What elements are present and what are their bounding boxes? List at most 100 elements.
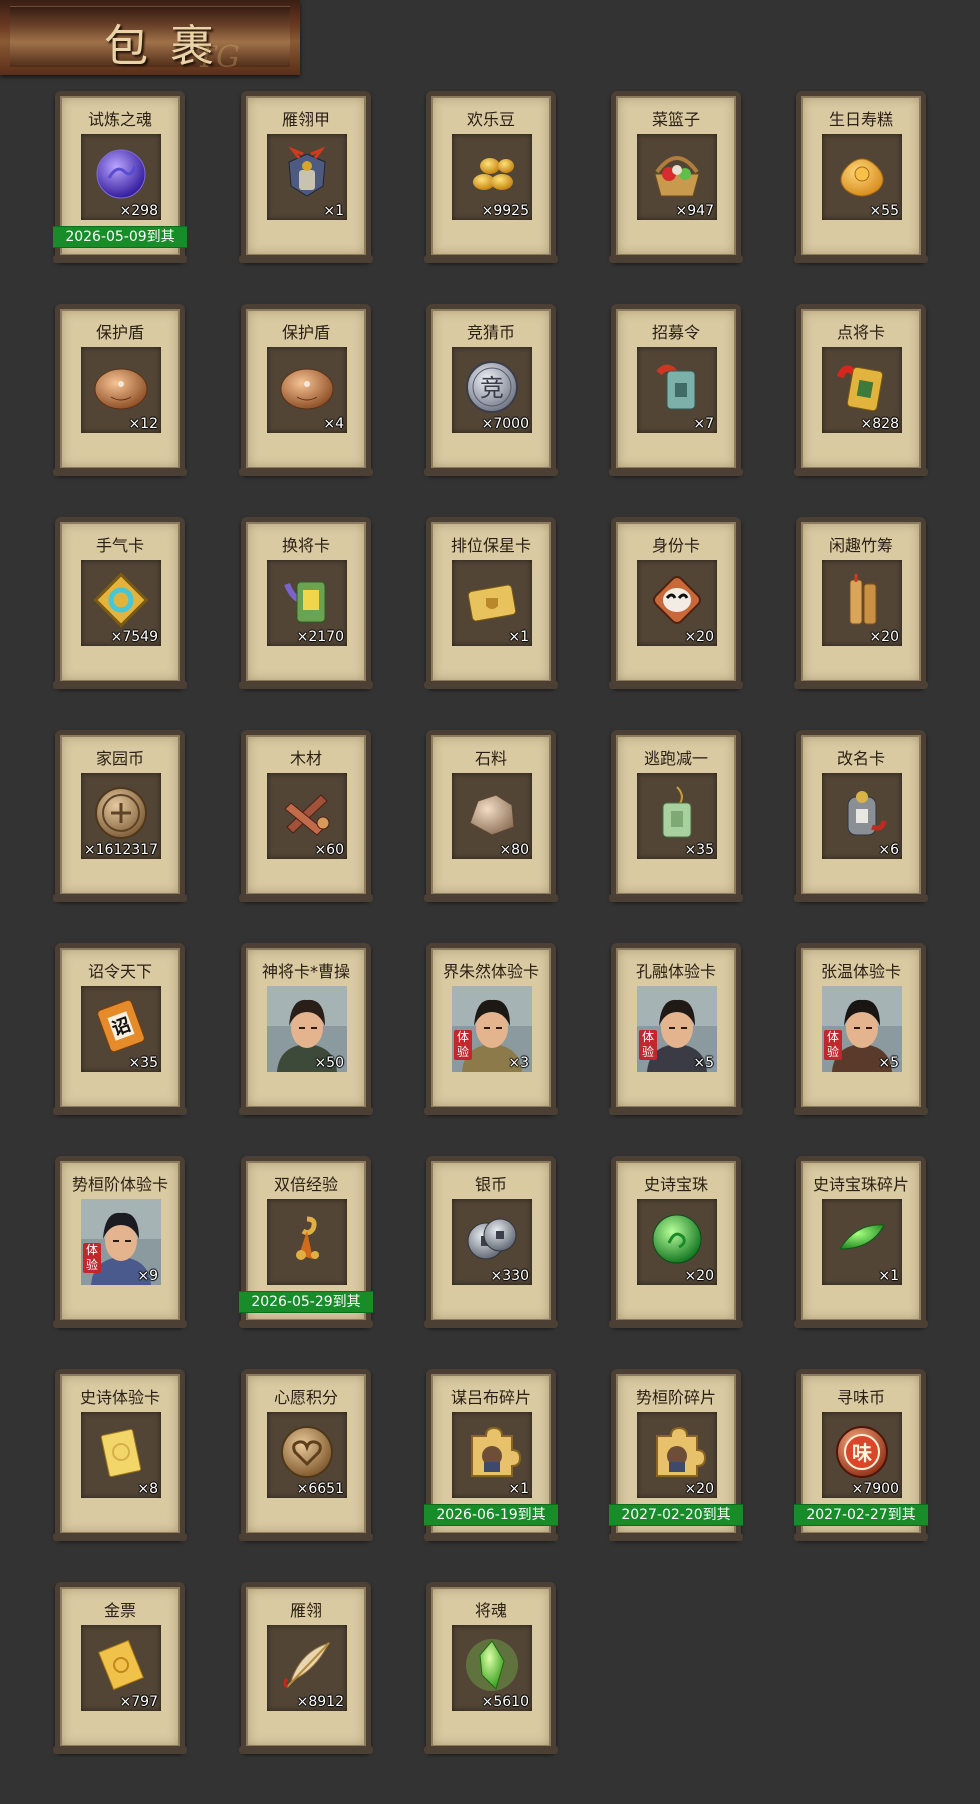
inventory-item-card[interactable]: 史诗宝珠 ×20 <box>609 1156 743 1328</box>
item-icon-frame: 体验 ×9 <box>81 1199 161 1285</box>
inventory-item-card[interactable]: 手气卡 ×7549 <box>53 517 187 689</box>
item-count: ×12 <box>128 416 158 432</box>
item-name: 改名卡 <box>836 749 885 768</box>
inventory-item-card[interactable]: 菜篮子 ×947 <box>609 91 743 263</box>
inventory-item-card[interactable]: 势桓阶碎片 ×20 2027-02-20到其 <box>609 1369 743 1541</box>
item-icon-frame: ×35 <box>637 773 717 859</box>
item-name: 试炼之魂 <box>87 110 152 129</box>
inventory-item-card[interactable]: 双倍经验 2026-05-29到其 <box>239 1156 373 1328</box>
trial-badge-label: 体验 <box>641 1030 654 1059</box>
item-count: ×8912 <box>296 1694 344 1710</box>
expiry-date: 2027-02-20到其 <box>621 1507 731 1523</box>
inventory-item-card[interactable]: 竞猜币 竞 ×7000 <box>424 304 558 476</box>
expiry-date: 2026-05-29到其 <box>251 1294 361 1310</box>
item-icon-frame: ×12 <box>81 347 161 433</box>
item-icon-frame: ×2170 <box>267 560 347 646</box>
inventory-item-card[interactable]: 逃跑减一 ×35 <box>609 730 743 902</box>
inventory-item-card[interactable]: 神将卡*曹操 ×50 <box>239 943 373 1115</box>
item-count: ×797 <box>119 1694 158 1710</box>
expiry-banner: 2027-02-20到其 <box>609 1504 743 1526</box>
expiry-banner: 2026-05-29到其 <box>239 1291 373 1313</box>
svg-text:味: 味 <box>852 1441 872 1465</box>
inventory-item-card[interactable]: 界朱然体验卡 体验 ×3 <box>424 943 558 1115</box>
item-name: 界朱然体验卡 <box>442 962 539 981</box>
inventory-item-card[interactable]: 排位保星卡 ×1 <box>424 517 558 689</box>
inventory-item-card[interactable]: 生日寿糕 ×55 <box>794 91 928 263</box>
item-icon-frame: ×1 <box>822 1199 902 1285</box>
inventory-item-card[interactable]: 点将卡 ×828 <box>794 304 928 476</box>
item-count: ×7 <box>693 416 714 432</box>
item-count: ×9 <box>137 1268 158 1284</box>
expiry-date: 2027-02-27到其 <box>806 1507 916 1523</box>
inventory-item-card[interactable]: 闲趣竹筹 ×20 <box>794 517 928 689</box>
item-name: 金票 <box>103 1601 136 1620</box>
inventory-item-card[interactable]: 雁翎甲 ×1 <box>239 91 373 263</box>
inventory-item-card[interactable]: 身份卡 ×20 <box>609 517 743 689</box>
inventory-item-card[interactable]: 史诗宝珠碎片 ×1 <box>794 1156 928 1328</box>
item-icon-frame: ×60 <box>267 773 347 859</box>
inventory-item-card[interactable]: 保护盾 ×4 <box>239 304 373 476</box>
inventory-item-card[interactable]: 换将卡 ×2170 <box>239 517 373 689</box>
item-count: ×55 <box>869 203 899 219</box>
inventory-item-card[interactable]: 石料 ×80 <box>424 730 558 902</box>
item-count: ×4 <box>323 416 344 432</box>
inventory-item-card[interactable]: 金票 ×797 <box>53 1582 187 1754</box>
item-name: 木材 <box>289 749 322 768</box>
item-name: 保护盾 <box>95 323 144 342</box>
inventory-item-card[interactable]: 改名卡 ×6 <box>794 730 928 902</box>
inventory-item-card[interactable]: 孔融体验卡 体验 ×5 <box>609 943 743 1115</box>
item-count: ×80 <box>499 842 529 858</box>
inventory-item-card[interactable]: 雁翎 ×8912 <box>239 1582 373 1754</box>
inventory-item-card[interactable]: 将魂 ×5610 <box>424 1582 558 1754</box>
item-name: 雁翎甲 <box>281 110 330 129</box>
inventory-item-card[interactable]: 张温体验卡 体验 ×5 <box>794 943 928 1115</box>
item-icon-frame: 体验 ×5 <box>822 986 902 1072</box>
item-icon-frame: ×947 <box>637 134 717 220</box>
inventory-item-card[interactable]: 史诗体验卡 ×8 <box>53 1369 187 1541</box>
item-name: 史诗宝珠 <box>643 1175 708 1194</box>
svg-text:竞: 竞 <box>480 374 504 402</box>
trial-badge-label: 体验 <box>85 1243 98 1272</box>
inventory-item-card[interactable]: 保护盾 ×12 <box>53 304 187 476</box>
inventory-item-card[interactable]: 心愿积分 ×6651 <box>239 1369 373 1541</box>
item-count: ×7000 <box>481 416 529 432</box>
item-name: 雁翎 <box>289 1601 322 1620</box>
item-icon-frame: 竞 ×7000 <box>452 347 532 433</box>
item-icon-frame: 体验 ×3 <box>452 986 532 1072</box>
item-icon-frame: ×80 <box>452 773 532 859</box>
item-icon-frame: ×7 <box>637 347 717 433</box>
item-icon-frame: ×797 <box>81 1625 161 1711</box>
inventory-item-card[interactable]: 试炼之魂 ×298 2026-05-09到其 <box>53 91 187 263</box>
item-count: ×3 <box>508 1055 529 1071</box>
item-name: 逃跑减一 <box>643 749 708 768</box>
trial-badge-label: 体验 <box>456 1030 469 1059</box>
item-count: ×20 <box>684 1481 714 1497</box>
item-name: 竞猜币 <box>466 323 515 342</box>
item-count: ×20 <box>684 629 714 645</box>
item-name: 欢乐豆 <box>466 110 515 129</box>
inventory-item-card[interactable]: 木材 ×60 <box>239 730 373 902</box>
double-exp-icon <box>267 1199 347 1285</box>
item-name: 招募令 <box>651 323 700 342</box>
inventory-item-card[interactable]: 银币 ×330 <box>424 1156 558 1328</box>
item-icon-frame: ×1612317 <box>81 773 161 859</box>
item-count: ×298 <box>119 203 158 219</box>
inventory-item-card[interactable]: 欢乐豆 ×9925 <box>424 91 558 263</box>
item-icon-frame: ×828 <box>822 347 902 433</box>
item-icon-frame: ×9925 <box>452 134 532 220</box>
expiry-banner: 2026-05-09到其 <box>53 226 187 248</box>
inventory-item-card[interactable]: 谋吕布碎片 ×1 2026-06-19到其 <box>424 1369 558 1541</box>
inventory-item-card[interactable]: 势桓阶体验卡 体验 ×9 <box>53 1156 187 1328</box>
inventory-item-card[interactable]: 诏令天下 诏 ×35 <box>53 943 187 1115</box>
backpack-header: 包裹 TG <box>0 0 300 75</box>
item-icon-frame: ×298 <box>81 134 161 220</box>
item-name: 石料 <box>474 749 507 768</box>
item-count: ×35 <box>684 842 714 858</box>
item-name: 手气卡 <box>95 536 144 555</box>
item-icon-frame: ×8912 <box>267 1625 347 1711</box>
item-count: ×7549 <box>110 629 158 645</box>
inventory-item-card[interactable]: 家园币 ×1612317 <box>53 730 187 902</box>
inventory-item-card[interactable]: 寻味币 味 ×7900 2027-02-27到其 <box>794 1369 928 1541</box>
inventory-item-card[interactable]: 招募令 ×7 <box>609 304 743 476</box>
item-name: 身份卡 <box>651 536 700 555</box>
